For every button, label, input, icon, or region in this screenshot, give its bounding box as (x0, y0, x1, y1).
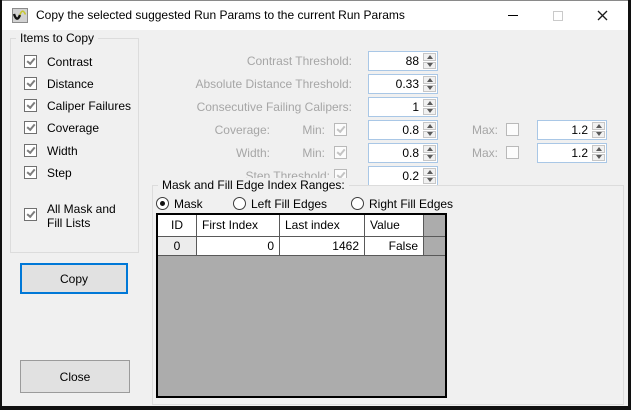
spin-up-icon[interactable] (423, 99, 436, 107)
coverage-label: Coverage: (214, 123, 270, 137)
coverage-max-value[interactable]: 1.2 (538, 121, 591, 139)
window-border-left (0, 0, 2, 410)
spin-down-icon[interactable] (423, 153, 436, 161)
width-max-label: Max: (471, 146, 498, 160)
spin-up-icon[interactable] (423, 76, 436, 84)
coverage-min-value[interactable]: 0.8 (369, 121, 422, 139)
maximize-icon (552, 10, 563, 21)
checkbox-coverage-label: Coverage (47, 121, 100, 135)
checkbox-step[interactable] (24, 166, 37, 179)
coverage-max-spinner[interactable]: 1.2 (537, 120, 607, 140)
minimize-button[interactable] (490, 1, 535, 30)
column-header-id[interactable]: ID (158, 215, 197, 237)
spin-down-icon[interactable] (423, 84, 436, 92)
contrast-threshold-spinner[interactable]: 88 (368, 51, 438, 71)
table-row[interactable]: 0 0 1462 False (158, 237, 445, 256)
coverage-min-checkbox[interactable] (334, 123, 347, 136)
column-header-first-index[interactable]: First Index (197, 215, 280, 237)
spin-down-icon[interactable] (423, 107, 436, 115)
checkbox-width[interactable] (24, 144, 37, 157)
absolute-distance-threshold-spinner[interactable]: 0.33 (368, 74, 438, 94)
spin-up-icon[interactable] (592, 145, 605, 153)
coverage-max-checkbox[interactable] (506, 123, 519, 136)
absolute-distance-threshold-label: Absolute Distance Threshold: (195, 77, 352, 91)
cell-last-index[interactable]: 1462 (280, 237, 365, 256)
dialog-window: Copy the selected suggested Run Params t… (0, 0, 631, 410)
cell-first-index[interactable]: 0 (197, 237, 280, 256)
cell-value[interactable]: False (365, 237, 424, 256)
titlebar[interactable]: Copy the selected suggested Run Params t… (2, 1, 628, 30)
width-min-spinner[interactable]: 0.8 (368, 143, 438, 163)
width-min-value[interactable]: 0.8 (369, 144, 422, 162)
table-header-filler (424, 215, 445, 237)
checkbox-caliper-failures-label: Caliper Failures (47, 99, 132, 113)
spin-up-icon[interactable] (592, 122, 605, 130)
contrast-threshold-value[interactable]: 88 (369, 52, 422, 70)
radio-left-fill-edges[interactable] (233, 197, 246, 210)
column-header-value[interactable]: Value (365, 215, 424, 237)
checkbox-contrast[interactable] (24, 55, 37, 68)
width-min-label: Min: (302, 146, 325, 160)
checkbox-step-label: Step (47, 166, 72, 180)
width-max-value[interactable]: 1.2 (538, 144, 591, 162)
checkbox-all-mask-fill[interactable] (24, 208, 37, 221)
coverage-max-label: Max: (471, 123, 498, 137)
width-label: Width: (235, 146, 270, 160)
consecutive-failing-calipers-spinner[interactable]: 1 (368, 97, 438, 117)
coverage-min-label: Min: (302, 123, 325, 137)
index-ranges-table[interactable]: ID First Index Last index Value 0 0 1462… (156, 213, 447, 398)
radio-mask[interactable] (156, 197, 169, 210)
step-threshold-spinner[interactable]: 0.2 (368, 166, 438, 186)
checkbox-distance[interactable] (24, 77, 37, 90)
window-title: Copy the selected suggested Run Params t… (36, 8, 405, 22)
mask-fill-legend: Mask and Fill Edge Index Ranges: (158, 178, 349, 192)
spin-down-icon[interactable] (423, 130, 436, 138)
consecutive-failing-calipers-value[interactable]: 1 (369, 98, 422, 116)
close-button-label: Close (59, 369, 91, 384)
cell-id[interactable]: 0 (158, 237, 197, 256)
copy-button[interactable]: Copy (20, 263, 128, 294)
consecutive-failing-calipers-label: Consecutive Failing Calipers: (196, 100, 352, 114)
checkbox-coverage[interactable] (24, 121, 37, 134)
items-to-copy-legend: Items to Copy (16, 31, 99, 45)
contrast-threshold-label: Contrast Threshold: (246, 54, 352, 68)
spin-up-icon[interactable] (423, 122, 436, 130)
spin-up-icon[interactable] (423, 53, 436, 61)
radio-mask-label: Mask (174, 197, 203, 211)
step-threshold-value[interactable]: 0.2 (369, 167, 422, 185)
width-max-checkbox[interactable] (506, 146, 519, 159)
minimize-icon (507, 15, 518, 16)
coverage-min-spinner[interactable]: 0.8 (368, 120, 438, 140)
checkbox-caliper-failures[interactable] (24, 99, 37, 112)
copy-button-label: Copy (59, 271, 88, 286)
absolute-distance-threshold-value[interactable]: 0.33 (369, 75, 422, 93)
width-max-spinner[interactable]: 1.2 (537, 143, 607, 163)
radio-right-fill-edges[interactable] (351, 197, 364, 210)
spin-up-icon[interactable] (423, 168, 436, 176)
table-header-row: ID First Index Last index Value (158, 215, 445, 237)
close-window-button[interactable] (580, 1, 625, 30)
maximize-button[interactable] (535, 1, 580, 30)
width-min-checkbox[interactable] (334, 146, 347, 159)
radio-left-fill-edges-label: Left Fill Edges (251, 197, 328, 211)
radio-right-fill-edges-label: Right Fill Edges (369, 197, 454, 211)
spin-down-icon[interactable] (423, 61, 436, 69)
spin-down-icon[interactable] (423, 176, 436, 184)
checkbox-all-mask-fill-label: All Mask and Fill Lists (47, 202, 116, 230)
waveform-icon (12, 8, 28, 23)
checkbox-contrast-label: Contrast (47, 55, 93, 69)
column-header-last-index[interactable]: Last index (280, 215, 365, 237)
close-button[interactable]: Close (20, 360, 130, 393)
checkbox-distance-label: Distance (47, 77, 94, 91)
spin-down-icon[interactable] (592, 130, 605, 138)
spin-down-icon[interactable] (592, 153, 605, 161)
window-border-bottom (0, 406, 631, 410)
checkbox-width-label: Width (47, 144, 78, 158)
table-row-filler (424, 237, 445, 256)
close-icon (597, 10, 608, 21)
spin-up-icon[interactable] (423, 145, 436, 153)
